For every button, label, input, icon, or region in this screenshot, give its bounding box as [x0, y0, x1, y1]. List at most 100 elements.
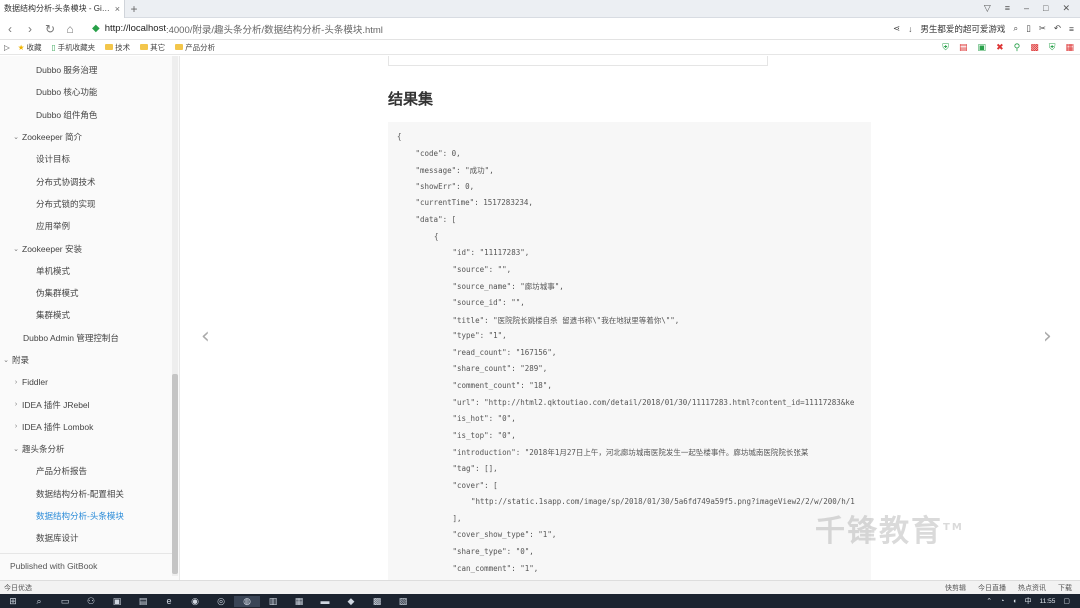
- bookmark-mobile[interactable]: ▯ 手机收藏夹: [52, 42, 96, 53]
- store-icon[interactable]: ▣: [104, 596, 130, 607]
- sidebar-scroll-thumb[interactable]: [172, 374, 178, 574]
- sidebar-item[interactable]: Dubbo Admin 管理控制台: [0, 327, 170, 349]
- next-page-arrow-icon[interactable]: ›: [1043, 324, 1052, 349]
- forward-icon[interactable]: ›: [20, 22, 40, 36]
- status-item[interactable]: 快剪辑: [945, 583, 966, 593]
- sidebar-item[interactable]: › Fiddler: [0, 371, 170, 393]
- chrome-icon[interactable]: ◎: [208, 596, 234, 607]
- sidebar-item[interactable]: ⌄ Zookeeper 简介: [0, 126, 170, 148]
- new-tab-button[interactable]: +: [125, 2, 143, 16]
- sidebar-item[interactable]: 单机模式: [0, 260, 170, 282]
- sidebar-item[interactable]: 分布式锁的实现: [0, 193, 170, 215]
- translate-extension-icon[interactable]: ▤: [959, 42, 968, 53]
- sidebar-item[interactable]: 应用举例: [0, 215, 170, 237]
- chevron-right-icon[interactable]: ›: [10, 423, 22, 430]
- network-icon[interactable]: ◔: [1000, 598, 1004, 605]
- sidebar-item[interactable]: 分布式协调技术: [0, 170, 170, 192]
- image-extension-icon[interactable]: ▣: [978, 42, 987, 53]
- share-icon[interactable]: ⋖: [893, 23, 900, 34]
- chevron-right-icon[interactable]: ›: [10, 379, 22, 386]
- ime-indicator[interactable]: 中: [1025, 596, 1032, 606]
- chevron-down-icon[interactable]: ⌄: [10, 245, 22, 253]
- menu-icon[interactable]: ≡: [1005, 3, 1010, 14]
- sidebar-item[interactable]: 设计目标: [0, 148, 170, 170]
- code-line: "source_name": "廊坊城事",: [452, 282, 564, 292]
- status-item[interactable]: 下载: [1058, 583, 1072, 593]
- bookmark-product[interactable]: 产品分析: [175, 42, 215, 53]
- minimize-icon[interactable]: –: [1024, 3, 1029, 14]
- shirt-icon[interactable]: ▽: [984, 3, 991, 14]
- bookmark-toggle-icon[interactable]: ▷: [4, 43, 10, 52]
- address-bar[interactable]: ◆ http://localhost:4000/附录/趣头条分析/数据结构分析-…: [92, 22, 852, 36]
- app-red-icon[interactable]: ◆: [338, 596, 364, 607]
- status-item[interactable]: 今日直播: [978, 583, 1006, 593]
- idea-icon[interactable]: ▩: [364, 596, 390, 607]
- firefox-icon[interactable]: ◉: [182, 596, 208, 607]
- sidebar-item[interactable]: ⌄ 趣头条分析: [0, 438, 170, 460]
- published-with-gitbook-link[interactable]: Published with GitBook: [0, 553, 172, 577]
- sidebar-toc: Dubbo 服务治理 Dubbo 核心功能 Dubbo 组件角色 ⌄ Zookeeper…: [0, 59, 170, 550]
- ie-icon[interactable]: e: [156, 596, 182, 606]
- undo-icon[interactable]: ↶: [1054, 23, 1061, 34]
- close-tab-icon[interactable]: ×: [115, 4, 120, 14]
- tray-arrow-icon[interactable]: ⌃: [986, 597, 992, 605]
- close-window-icon[interactable]: ✕: [1062, 3, 1070, 14]
- notification-icon[interactable]: ▢: [1063, 597, 1070, 605]
- grid-extension-icon[interactable]: ▦: [1065, 42, 1074, 53]
- browser-active-icon[interactable]: ◍: [234, 595, 260, 607]
- json-code-block: {"code": 0, "message": "成功", "showErr": 0,…: [388, 122, 871, 580]
- sidebar-item[interactable]: ⌄ Zookeeper 安装: [0, 237, 170, 259]
- home-icon[interactable]: ⌂: [60, 22, 80, 36]
- maximize-icon[interactable]: □: [1043, 3, 1048, 14]
- cut-icon[interactable]: ✂: [1039, 23, 1046, 34]
- chevron-down-icon[interactable]: ⌄: [10, 445, 22, 453]
- reload-icon[interactable]: ↻: [40, 22, 60, 36]
- sidebar-item[interactable]: 数据结构分析-头条模块: [0, 505, 170, 527]
- back-icon[interactable]: ‹: [0, 22, 20, 36]
- sidebar-scrollbar[interactable]: [172, 56, 178, 576]
- game-extension-icon[interactable]: ▩: [1030, 42, 1039, 53]
- task-view-icon[interactable]: ▭: [52, 596, 78, 607]
- notepad-icon[interactable]: ▥: [260, 596, 286, 607]
- status-left-text[interactable]: 今日优选: [4, 583, 32, 593]
- promo-link[interactable]: 男生都爱的超可爱游戏: [920, 23, 1005, 35]
- volume-icon[interactable]: ◖: [1012, 598, 1016, 605]
- search-icon[interactable]: ⌕: [1013, 23, 1018, 34]
- people-icon[interactable]: ⚇: [78, 596, 104, 607]
- sidebar-item[interactable]: 集群模式: [0, 304, 170, 326]
- previous-page-arrow-icon[interactable]: ‹: [201, 324, 210, 349]
- explorer-icon[interactable]: ▤: [130, 596, 156, 607]
- mobile-icon[interactable]: ▯: [1026, 23, 1031, 34]
- hamburger-icon[interactable]: ≡: [1069, 24, 1074, 34]
- search-icon[interactable]: ⌕: [26, 596, 52, 607]
- app-green-icon[interactable]: ▦: [286, 596, 312, 607]
- sidebar-item[interactable]: Dubbo 服务治理: [0, 59, 170, 81]
- block-extension-icon[interactable]: ✖: [996, 42, 1004, 53]
- sidebar-item[interactable]: Dubbo 组件角色: [0, 104, 170, 126]
- sidebar-item[interactable]: › IDEA 插件 JRebel: [0, 393, 170, 415]
- chevron-right-icon[interactable]: ›: [10, 401, 22, 408]
- sidebar-item[interactable]: 数据结构分析-配置相关: [0, 483, 170, 505]
- navbar-right: ⋖ ↓ 男生都爱的超可爱游戏 ⌕ ▯ ✂ ↶ ≡: [893, 23, 1080, 35]
- chevron-down-icon[interactable]: ⌄: [10, 133, 22, 141]
- chevron-down-icon[interactable]: ⌄: [0, 356, 12, 364]
- sidebar-item[interactable]: 伪集群模式: [0, 282, 170, 304]
- clock[interactable]: 11:55: [1040, 598, 1056, 605]
- key-extension-icon[interactable]: ⚲: [1014, 42, 1021, 53]
- sidebar-item[interactable]: 数据库设计: [0, 527, 170, 549]
- browser-tab[interactable]: 数据结构分析-头条模块 - GitBo... ×: [0, 0, 125, 18]
- sidebar-item[interactable]: Dubbo 核心功能: [0, 81, 170, 103]
- sidebar-item[interactable]: ⌄ 附录: [0, 349, 170, 371]
- sidebar-item[interactable]: › IDEA 插件 Lombok: [0, 416, 170, 438]
- bookmark-tech[interactable]: 技术: [105, 42, 130, 53]
- bookmark-other[interactable]: 其它: [140, 42, 165, 53]
- windows-start-icon[interactable]: ⊞: [0, 596, 26, 607]
- terminal-icon[interactable]: ▬: [312, 596, 338, 606]
- shield-extension-icon[interactable]: ⛨: [942, 42, 949, 53]
- safe-extension-icon[interactable]: ⛨: [1049, 42, 1056, 53]
- bookmark-favorites[interactable]: ★ 收藏: [18, 42, 42, 53]
- status-item[interactable]: 热点资讯: [1018, 583, 1046, 593]
- sidebar-item[interactable]: 产品分析报告: [0, 460, 170, 482]
- presentation-icon[interactable]: ▧: [390, 596, 416, 607]
- download-icon[interactable]: ↓: [908, 24, 912, 34]
